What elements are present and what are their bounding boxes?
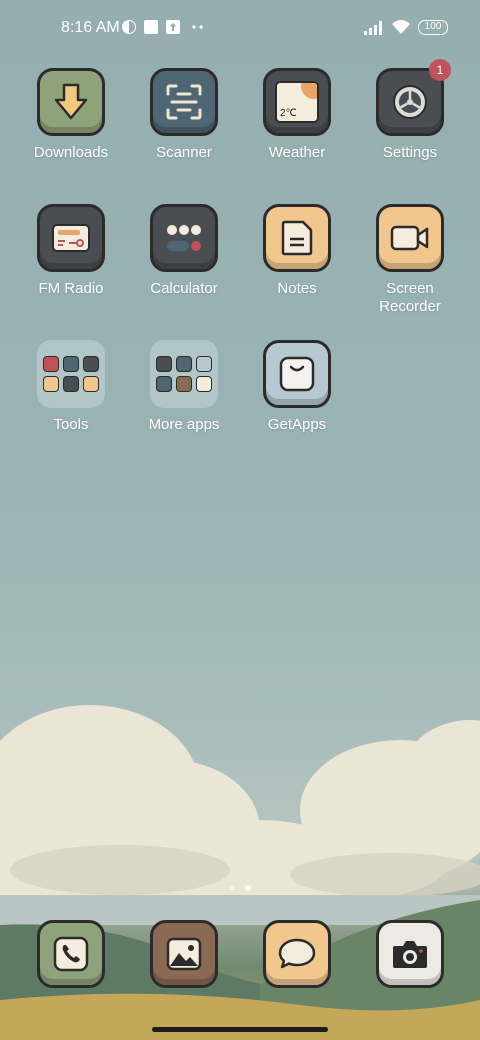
mini-app-icon	[63, 356, 79, 372]
calculator-tile[interactable]	[150, 204, 218, 272]
dock-camera[interactable]	[355, 920, 465, 988]
app-getapps[interactable]: GetApps	[242, 340, 352, 434]
app-settings[interactable]: 1 Settings	[355, 59, 465, 162]
wifi-icon	[392, 20, 410, 34]
phone-icon	[53, 936, 89, 972]
app-notification-icon	[122, 20, 136, 34]
weather-tile[interactable]: 2℃	[263, 68, 331, 136]
notes-tile[interactable]	[263, 204, 331, 272]
mini-app-icon	[63, 376, 79, 392]
fm-radio-tile[interactable]	[37, 204, 105, 272]
mini-app-icon	[176, 376, 192, 392]
app-label: GetApps	[267, 416, 327, 433]
gallery-tile[interactable]	[150, 920, 218, 988]
signal-icon	[364, 21, 382, 35]
app-scanner[interactable]: Scanner	[129, 68, 239, 162]
sun-icon	[301, 83, 317, 99]
mini-app-icon	[176, 356, 192, 372]
calculator-icon	[167, 225, 201, 251]
downloads-tile[interactable]	[37, 68, 105, 136]
app-label: FM Radio	[38, 280, 104, 297]
download-arrow-icon	[54, 83, 88, 120]
app-label: Tools	[53, 416, 89, 433]
app-screen-recorder[interactable]: Screen Recorder	[355, 204, 465, 316]
mini-app-icon	[83, 376, 99, 392]
mini-app-icon	[156, 376, 172, 392]
app-label: Notes	[277, 280, 317, 297]
page-dot[interactable]	[229, 885, 235, 891]
app-label: Scanner	[156, 144, 212, 161]
shopping-bag-icon	[279, 356, 315, 392]
mini-app-icon	[83, 356, 99, 372]
gallery-icon	[166, 937, 202, 971]
dock-gallery[interactable]	[129, 920, 239, 988]
weather-temperature: 2℃	[280, 108, 297, 119]
app-label: Downloads	[33, 144, 109, 161]
home-gesture-bar[interactable]	[152, 1027, 328, 1032]
app-label: More apps	[148, 416, 220, 433]
more-apps-folder-preview[interactable]	[150, 340, 218, 408]
folder-tools[interactable]: Tools	[16, 340, 126, 434]
app-calculator[interactable]: Calculator	[129, 204, 239, 298]
dock-phone[interactable]	[16, 920, 126, 988]
getapps-tile[interactable]	[263, 340, 331, 408]
dock-messages[interactable]	[242, 920, 352, 988]
app-label: Calculator	[150, 280, 218, 297]
app-weather[interactable]: 2℃ Weather	[242, 68, 352, 162]
messages-tile[interactable]	[263, 920, 331, 988]
folder-more-apps[interactable]: More apps	[129, 340, 239, 434]
notification-badge: 1	[429, 59, 451, 81]
app-downloads[interactable]: Downloads	[16, 68, 126, 162]
mini-app-icon	[43, 376, 59, 392]
camera-tile[interactable]	[376, 920, 444, 988]
phone-tile[interactable]	[37, 920, 105, 988]
app-label: Weather	[268, 144, 326, 161]
upload-notification-icon	[166, 20, 180, 34]
note-icon	[281, 220, 313, 256]
gear-icon	[393, 85, 427, 119]
status-time: 8:16 AM	[61, 19, 120, 36]
radio-icon	[52, 224, 90, 252]
status-bar: 8:16 AM 100	[0, 0, 480, 56]
mini-app-icon	[156, 356, 172, 372]
notification-square-icon	[144, 20, 158, 34]
camera-icon	[393, 941, 427, 968]
settings-tile[interactable]: 1	[376, 59, 451, 136]
messages-icon	[278, 938, 316, 969]
weather-card: 2℃	[275, 81, 319, 123]
page-indicator	[0, 878, 480, 896]
tools-folder-preview[interactable]	[37, 340, 105, 408]
app-label: Settings	[382, 144, 438, 161]
battery-indicator: 100	[418, 20, 448, 35]
mini-app-icon	[196, 376, 212, 392]
more-notifications-icon	[192, 25, 203, 29]
screen-recorder-tile[interactable]	[376, 204, 444, 272]
page-dot-active[interactable]	[245, 885, 251, 891]
app-label: Screen Recorder	[379, 280, 441, 315]
app-notes[interactable]: Notes	[242, 204, 352, 298]
app-fm-radio[interactable]: FM Radio	[16, 204, 126, 298]
scanner-tile[interactable]	[150, 68, 218, 136]
mini-app-icon	[43, 356, 59, 372]
battery-level: 100	[424, 21, 442, 32]
scan-frame-icon	[166, 84, 202, 120]
video-camera-icon	[390, 225, 429, 251]
mini-app-icon	[196, 356, 212, 372]
